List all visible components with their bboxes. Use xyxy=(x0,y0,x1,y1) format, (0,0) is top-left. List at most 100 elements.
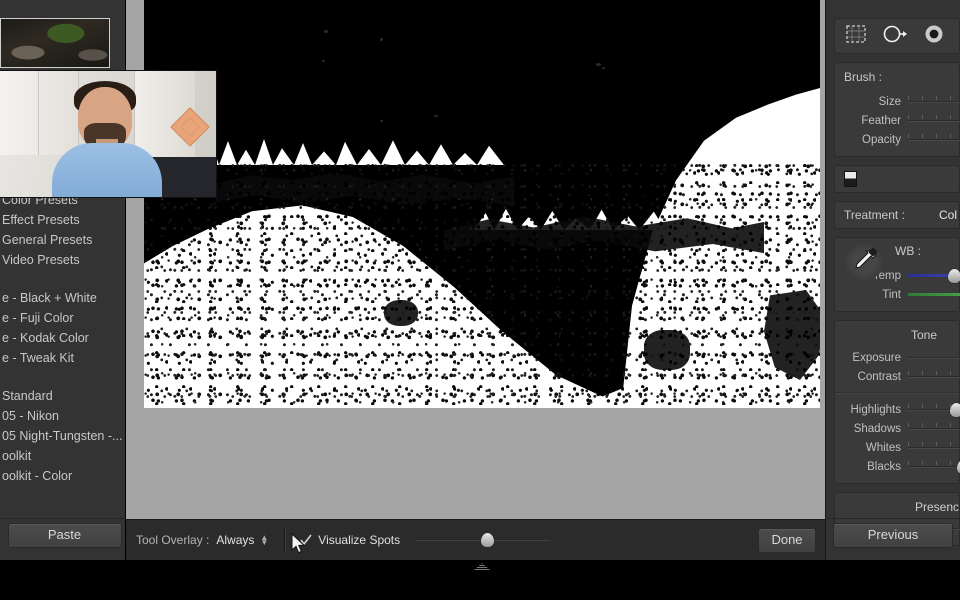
preset-item[interactable]: 05 Night-Tungsten -... xyxy=(0,426,125,446)
dust-spot xyxy=(322,60,325,62)
contrast-slider[interactable] xyxy=(908,370,959,384)
brush-section: Brush : Size Feather Opacity xyxy=(834,62,960,157)
right-develop-panel: Brush : Size Feather Opacity xyxy=(825,0,960,560)
spot-removal-icon[interactable] xyxy=(882,24,908,49)
local-adjustment-toolstrip xyxy=(834,18,960,54)
spot-visualization-noise xyxy=(144,150,820,408)
preset-group-spacer xyxy=(0,270,125,288)
slider-ticks xyxy=(908,442,960,446)
slider-ticks xyxy=(908,461,960,465)
slider-knob[interactable] xyxy=(481,533,494,547)
white-balance-section: WB : Temp Tint xyxy=(834,237,960,312)
slider-track xyxy=(908,447,960,449)
brush-opacity-label: Opacity xyxy=(835,134,908,146)
previous-button-container: Previous xyxy=(826,518,960,551)
before-after-section xyxy=(834,165,960,193)
treatment-value[interactable]: Col xyxy=(939,208,959,222)
presenter-webcam-video xyxy=(0,71,216,197)
dust-spot xyxy=(380,120,383,122)
brush-opacity-row: Opacity xyxy=(835,130,959,149)
brush-size-row: Size xyxy=(835,92,959,111)
whites-slider[interactable] xyxy=(908,441,959,455)
slider-ticks xyxy=(908,96,960,100)
contrast-row: Contrast xyxy=(835,367,959,386)
photo-preview-visualize-spots[interactable] xyxy=(144,0,820,408)
preset-item[interactable]: oolkit xyxy=(0,446,125,466)
shadows-slider[interactable] xyxy=(908,422,959,436)
slider-ticks xyxy=(908,115,960,119)
lightroom-window: Color Presets Effect Presets General Pre… xyxy=(0,0,960,600)
slider-ticks xyxy=(908,134,960,138)
preset-list: Color Presets Effect Presets General Pre… xyxy=(0,190,125,486)
preset-item[interactable]: e - Fuji Color xyxy=(0,308,125,328)
highlights-label: Highlights xyxy=(835,404,908,416)
visualize-spots-checkbox[interactable] xyxy=(300,535,311,546)
preset-item[interactable]: oolkit - Color xyxy=(0,466,125,486)
preset-item[interactable]: e - Black + White xyxy=(0,288,125,308)
preset-group-spacer xyxy=(0,368,125,386)
paste-button[interactable]: Paste xyxy=(8,523,122,548)
blacks-label: Blacks xyxy=(835,461,908,473)
slider-track xyxy=(908,101,960,103)
webcam-cabinet-left xyxy=(0,71,79,155)
eyedropper-icon[interactable] xyxy=(845,243,883,281)
chevron-updown-icon[interactable]: ▲▼ xyxy=(260,535,268,545)
slider-track xyxy=(908,466,960,468)
preset-item[interactable]: General Presets xyxy=(0,230,125,250)
treatment-section: Treatment : Col xyxy=(834,201,960,229)
whites-label: Whites xyxy=(835,442,908,454)
tone-header: Tone xyxy=(835,328,959,342)
blacks-row: Blacks xyxy=(835,457,959,476)
whites-row: Whites xyxy=(835,438,959,457)
slider-track xyxy=(908,293,960,296)
dust-spot xyxy=(380,38,383,41)
toolbar-divider xyxy=(284,527,286,553)
preset-item[interactable]: Effect Presets xyxy=(0,210,125,230)
paste-button-container: Paste xyxy=(0,518,125,551)
tool-overlay-label: Tool Overlay : xyxy=(136,533,209,547)
filmstrip-collapse-handle-icon[interactable] xyxy=(474,563,490,570)
before-after-swatch-icon[interactable] xyxy=(844,171,857,187)
tint-row: Tint xyxy=(835,285,959,304)
preset-item[interactable]: 05 - Nikon xyxy=(0,406,125,426)
brush-feather-slider[interactable] xyxy=(908,114,959,128)
preset-item[interactable]: e - Kodak Color xyxy=(0,328,125,348)
slider-knob[interactable] xyxy=(948,269,960,283)
exposure-label: Exposure xyxy=(835,352,908,364)
preset-item[interactable]: Video Presets xyxy=(0,250,125,270)
dust-spot xyxy=(596,63,601,66)
slider-track xyxy=(908,428,960,430)
crop-overlay-icon[interactable] xyxy=(845,24,867,49)
tone-section: Tone Exposure Contrast Highlights xyxy=(834,320,960,484)
tone-divider xyxy=(835,392,959,394)
visualize-spots-threshold-slider[interactable] xyxy=(416,533,551,547)
dust-spot xyxy=(602,67,605,69)
brush-size-slider[interactable] xyxy=(908,95,959,109)
brush-size-label: Size xyxy=(835,96,908,108)
brush-feather-row: Feather xyxy=(835,111,959,130)
dust-spot xyxy=(434,115,438,117)
preset-item[interactable]: Standard xyxy=(0,386,125,406)
filmstrip-bar xyxy=(0,560,960,600)
preset-item[interactable]: e - Tweak Kit xyxy=(0,348,125,368)
red-eye-correction-icon[interactable] xyxy=(923,24,945,49)
exposure-row: Exposure xyxy=(835,348,959,367)
temp-slider[interactable] xyxy=(908,269,959,283)
tint-slider[interactable] xyxy=(908,288,959,302)
slider-track xyxy=(908,120,960,122)
slider-track xyxy=(908,376,960,378)
highlights-row: Highlights xyxy=(835,400,959,419)
dust-spot xyxy=(324,30,328,33)
tool-overlay-value[interactable]: Always xyxy=(216,533,254,547)
shadows-row: Shadows xyxy=(835,419,959,438)
reference-photo-thumbnail xyxy=(0,18,110,68)
previous-button[interactable]: Previous xyxy=(833,523,953,548)
brush-opacity-slider[interactable] xyxy=(908,133,959,147)
highlights-slider[interactable] xyxy=(908,403,959,417)
done-button[interactable]: Done xyxy=(758,528,816,553)
blacks-slider[interactable] xyxy=(908,460,959,474)
visualize-spots-label: Visualize Spots xyxy=(318,533,400,547)
slider-knob[interactable] xyxy=(950,403,960,417)
slider-track xyxy=(908,357,960,359)
exposure-slider[interactable] xyxy=(908,351,959,365)
